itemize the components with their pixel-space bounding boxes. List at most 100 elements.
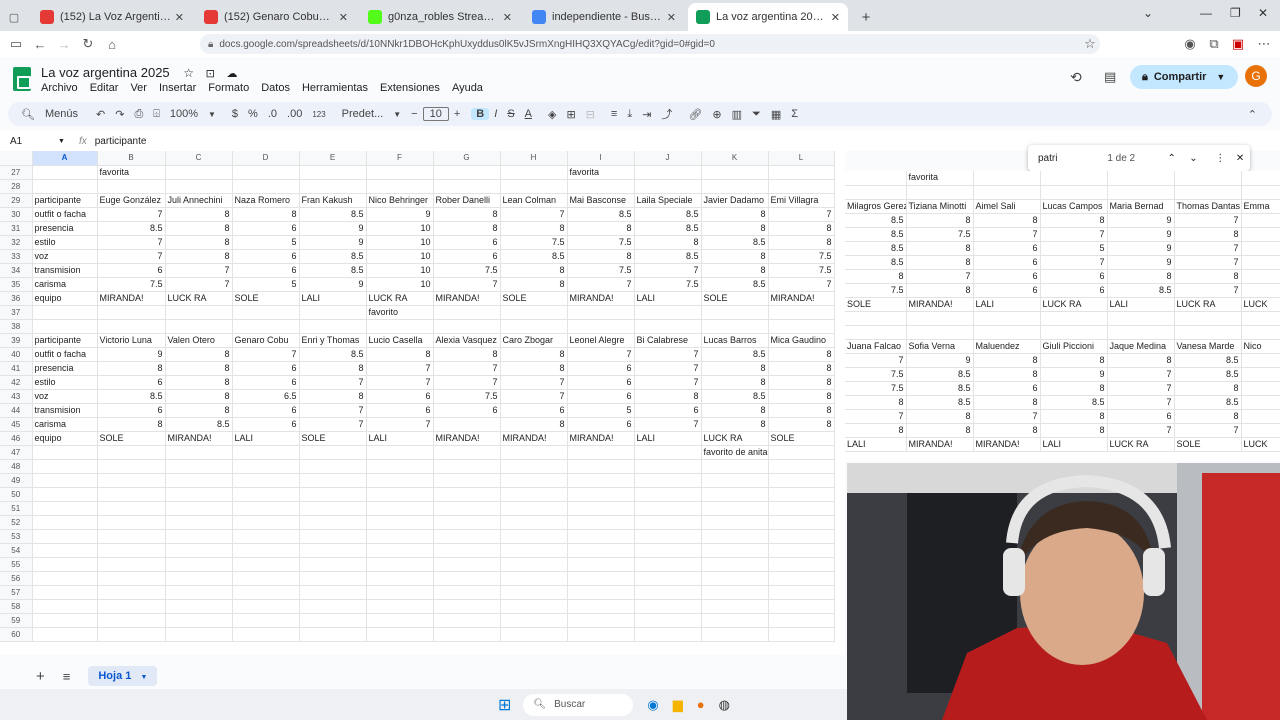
row-header[interactable]: 53 — [0, 529, 33, 544]
cell[interactable]: MIRANDA! — [567, 291, 635, 306]
cell[interactable] — [97, 305, 166, 320]
cell[interactable] — [433, 501, 501, 516]
cell[interactable]: 7 — [97, 235, 166, 250]
cell[interactable] — [973, 311, 1041, 326]
cell[interactable]: Sofia Verna — [906, 339, 974, 354]
cell[interactable]: 6.5 — [232, 389, 300, 404]
close-window-icon[interactable]: ✕ — [1258, 6, 1268, 20]
cell[interactable] — [500, 613, 568, 628]
cell[interactable]: 7 — [973, 227, 1041, 242]
cell[interactable]: 7 — [500, 207, 568, 222]
cell[interactable]: 6 — [973, 255, 1041, 270]
cell[interactable] — [433, 473, 501, 488]
cell[interactable] — [500, 627, 568, 642]
cell[interactable] — [701, 473, 769, 488]
cell[interactable]: 6 — [567, 375, 635, 390]
cell[interactable] — [97, 543, 166, 558]
cell[interactable]: 8 — [500, 263, 568, 278]
cell[interactable]: 9 — [299, 221, 367, 236]
cell[interactable]: 8.5 — [567, 207, 635, 222]
cell[interactable]: 8.5 — [97, 221, 166, 236]
cell[interactable]: 7 — [97, 207, 166, 222]
cell[interactable]: 8 — [567, 221, 635, 236]
cell[interactable] — [165, 627, 233, 642]
restore-icon[interactable]: ❐ — [1230, 6, 1241, 20]
cell[interactable]: 8 — [701, 417, 769, 432]
cell[interactable] — [973, 185, 1041, 200]
cell[interactable] — [845, 171, 907, 186]
cell[interactable]: 8.5 — [701, 389, 769, 404]
cell[interactable]: 7 — [433, 277, 501, 292]
cell[interactable] — [433, 319, 501, 334]
cell[interactable] — [906, 325, 974, 340]
cell[interactable]: favorita — [97, 165, 166, 180]
cell[interactable] — [32, 627, 98, 642]
cell[interactable] — [232, 571, 300, 586]
cell[interactable]: SOLE — [232, 291, 300, 306]
cell[interactable] — [768, 487, 835, 502]
cell[interactable] — [701, 571, 769, 586]
close-tab-icon[interactable]: ✕ — [175, 11, 184, 24]
cell[interactable]: 7 — [299, 417, 367, 432]
cell[interactable]: 7 — [299, 403, 367, 418]
cell[interactable]: 8 — [165, 375, 233, 390]
cell[interactable]: 8 — [366, 347, 434, 362]
cell[interactable]: Nico Behringer — [366, 193, 434, 208]
cell[interactable]: Genaro Cobu — [232, 333, 300, 348]
cell[interactable]: 7 — [500, 375, 568, 390]
cell[interactable] — [299, 557, 367, 572]
cell[interactable]: 10 — [366, 235, 434, 250]
row-header[interactable]: 58 — [0, 599, 33, 614]
cell[interactable]: Aimel Sali — [973, 199, 1041, 214]
insert-chart-icon[interactable]: ▥ — [727, 108, 747, 121]
reload-icon[interactable]: ↻ — [76, 36, 100, 52]
menu-item[interactable]: Extensiones — [380, 82, 440, 94]
row-header[interactable]: 46 — [0, 431, 33, 446]
cell[interactable] — [768, 613, 835, 628]
cell[interactable]: 8 — [973, 353, 1041, 368]
cell[interactable]: 8.5 — [634, 207, 702, 222]
row-header[interactable]: 40 — [0, 347, 33, 362]
cell[interactable] — [500, 571, 568, 586]
file-explorer-icon[interactable]: ▆ — [673, 697, 683, 713]
merge-cells-icon[interactable]: ⊟ — [581, 108, 600, 121]
cell[interactable] — [701, 585, 769, 600]
cell[interactable]: 8 — [165, 403, 233, 418]
cell[interactable] — [366, 529, 434, 544]
cell[interactable]: Bi Calabrese — [634, 333, 702, 348]
select-all-corner[interactable] — [0, 151, 33, 166]
cell[interactable]: 7 — [567, 277, 635, 292]
cell[interactable] — [1241, 185, 1280, 200]
cell[interactable] — [433, 543, 501, 558]
cell[interactable] — [567, 557, 635, 572]
browser-tab[interactable]: La voz argentina 2025 - Hojas d ✕ — [688, 3, 848, 31]
cell[interactable]: LUCK RA — [701, 431, 769, 446]
share-dropdown-icon[interactable]: ▼ — [1216, 72, 1225, 82]
cell[interactable]: Vanesa Marde — [1174, 339, 1242, 354]
cell[interactable] — [32, 543, 98, 558]
cell[interactable]: voz — [32, 389, 98, 404]
cell[interactable]: 7 — [1107, 381, 1175, 396]
cell[interactable]: 7 — [500, 389, 568, 404]
cell[interactable] — [32, 515, 98, 530]
cell[interactable]: LUCK — [1241, 297, 1280, 312]
cell[interactable] — [768, 557, 835, 572]
cell[interactable] — [1241, 283, 1280, 298]
cell[interactable] — [366, 473, 434, 488]
cell[interactable]: 7.5 — [567, 235, 635, 250]
cell[interactable] — [1107, 311, 1175, 326]
cell[interactable] — [1241, 367, 1280, 382]
row-header[interactable]: 50 — [0, 487, 33, 502]
row-header[interactable]: 37 — [0, 305, 33, 320]
cell[interactable] — [634, 487, 702, 502]
cell[interactable] — [433, 445, 501, 460]
cell[interactable]: Lean Colman — [500, 193, 568, 208]
cell[interactable] — [32, 557, 98, 572]
cell[interactable] — [299, 319, 367, 334]
cell[interactable]: 8 — [500, 347, 568, 362]
row-header[interactable]: 51 — [0, 501, 33, 516]
cell[interactable] — [165, 543, 233, 558]
column-header[interactable]: C — [165, 151, 233, 166]
cell[interactable] — [1241, 241, 1280, 256]
cell[interactable] — [1241, 409, 1280, 424]
